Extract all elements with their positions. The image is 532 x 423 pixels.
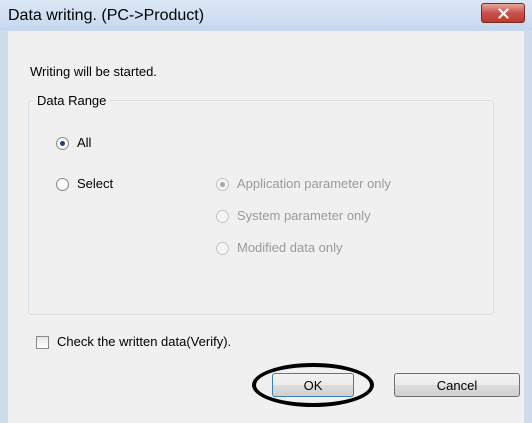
radio-system-parameter-label[interactable]: System parameter only: [237, 208, 371, 223]
close-icon: [497, 7, 509, 19]
radio-select-label[interactable]: Select: [77, 176, 113, 191]
radio-modified-data[interactable]: [216, 242, 229, 255]
radio-application-parameter-label[interactable]: Application parameter only: [237, 176, 391, 191]
writing-message: Writing will be started.: [30, 64, 157, 79]
radio-all[interactable]: [56, 137, 69, 150]
data-range-legend: Data Range: [33, 93, 111, 108]
close-button[interactable]: [481, 3, 525, 23]
radio-all-label[interactable]: All: [77, 135, 91, 150]
verify-checkbox-label[interactable]: Check the written data(Verify).: [57, 334, 231, 349]
radio-modified-data-label[interactable]: Modified data only: [237, 240, 343, 255]
radio-system-parameter[interactable]: [216, 210, 229, 223]
cancel-button[interactable]: Cancel: [394, 373, 520, 397]
verify-checkbox[interactable]: [36, 336, 49, 349]
radio-application-parameter[interactable]: [216, 178, 229, 191]
window-title: Data writing. (PC->Product): [8, 7, 205, 24]
radio-select[interactable]: [56, 178, 69, 191]
ok-button[interactable]: OK: [272, 373, 354, 397]
title-bar[interactable]: Data writing. (PC->Product): [0, 0, 532, 31]
